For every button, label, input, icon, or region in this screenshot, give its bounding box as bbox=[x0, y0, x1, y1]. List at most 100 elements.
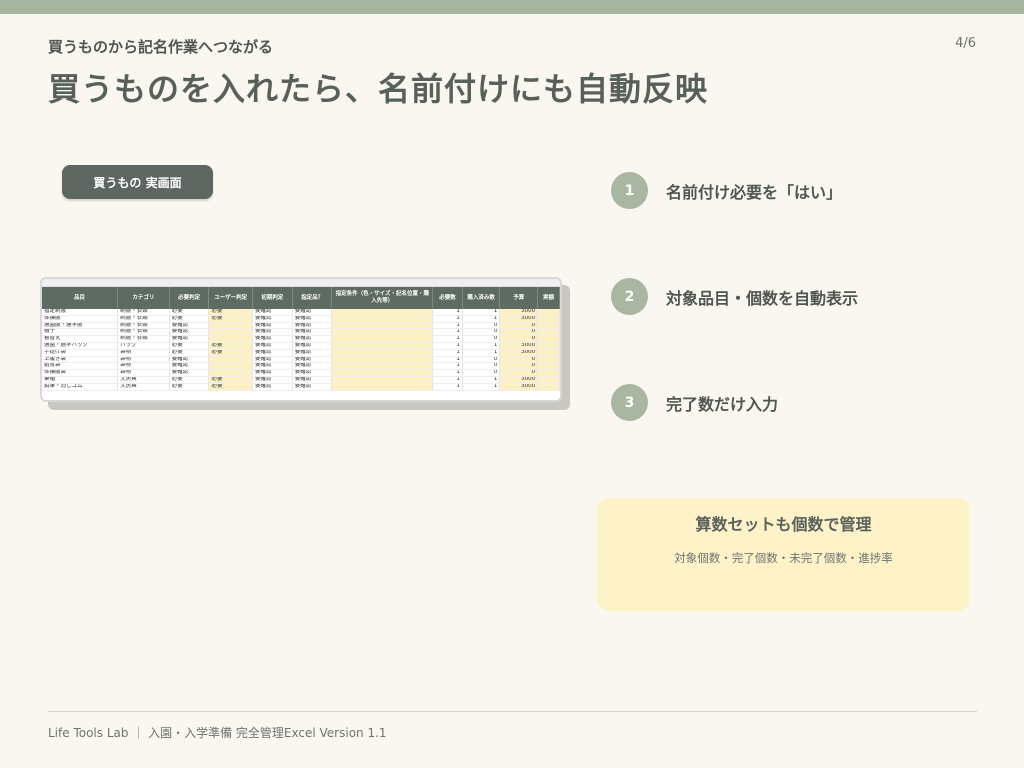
sheet-cell[interactable]: 0 bbox=[499, 369, 539, 377]
sheet-cell[interactable] bbox=[537, 356, 560, 364]
sheet-cell[interactable] bbox=[331, 328, 434, 337]
sheet-cell[interactable] bbox=[331, 335, 434, 343]
sheet-cell[interactable] bbox=[537, 328, 560, 337]
sheet-cell[interactable]: 要確認 bbox=[292, 383, 333, 391]
sheet-cell[interactable]: 0 bbox=[462, 369, 501, 377]
sheet-cell[interactable]: 要確認 bbox=[252, 315, 293, 323]
sheet-cell[interactable]: 0 bbox=[499, 322, 539, 330]
sheet-cell[interactable] bbox=[537, 315, 560, 323]
sheet-cell[interactable]: 必要 bbox=[208, 349, 254, 357]
sheet-cell[interactable]: 上履き袋 bbox=[42, 356, 119, 364]
sheet-cell[interactable]: 1 bbox=[462, 376, 501, 384]
sheet-cell[interactable] bbox=[331, 349, 434, 357]
sheet-cell[interactable]: 要確認 bbox=[292, 328, 333, 337]
sheet-cell[interactable]: 筆箱 bbox=[42, 376, 119, 384]
sheet-cell[interactable] bbox=[537, 349, 560, 357]
sheet-cell[interactable]: 手提げ袋 bbox=[42, 349, 119, 357]
sheet-cell[interactable]: 袋物 bbox=[117, 356, 170, 364]
sheet-cell[interactable]: 要確認 bbox=[252, 335, 293, 343]
sheet-cell[interactable]: 必要 bbox=[208, 315, 254, 323]
sheet-cell[interactable]: 1 bbox=[432, 342, 463, 350]
sheet-cell[interactable] bbox=[331, 315, 434, 323]
sheet-cell[interactable]: 0 bbox=[499, 335, 539, 343]
sheet-cell[interactable]: 1 bbox=[432, 322, 463, 330]
sheet-cell[interactable]: 0 bbox=[462, 362, 501, 371]
sheet-cell[interactable]: 必要 bbox=[169, 349, 210, 357]
sheet-cell[interactable] bbox=[537, 376, 560, 384]
sheet-cell[interactable]: 0 bbox=[462, 322, 501, 330]
sheet-cell[interactable]: 0 bbox=[499, 356, 539, 364]
sheet-cell[interactable]: 要確認 bbox=[292, 335, 333, 343]
sheet-cell[interactable] bbox=[537, 362, 560, 371]
sheet-cell[interactable]: 1 bbox=[432, 328, 463, 337]
sheet-cell[interactable] bbox=[537, 322, 560, 330]
sheet-cell[interactable]: 1 bbox=[462, 349, 501, 357]
sheet-cell[interactable]: 要確認 bbox=[292, 349, 333, 357]
sheet-cell[interactable]: 0 bbox=[462, 356, 501, 364]
sheet-cell[interactable] bbox=[208, 362, 254, 371]
sheet-cell[interactable]: 必要 bbox=[208, 383, 254, 391]
sheet-cell[interactable] bbox=[331, 322, 434, 330]
sheet-cell[interactable]: 要確認 bbox=[292, 376, 333, 384]
sheet-cell[interactable]: 要確認 bbox=[169, 369, 210, 377]
sheet-cell[interactable]: 1 bbox=[432, 315, 463, 323]
sheet-cell[interactable]: 要確認 bbox=[252, 362, 293, 371]
sheet-cell[interactable]: 要確認 bbox=[252, 342, 293, 350]
sheet-cell[interactable]: 通園服・通学服 bbox=[42, 322, 119, 330]
sheet-cell[interactable]: 要確認 bbox=[252, 328, 293, 337]
sheet-cell[interactable]: 1 bbox=[432, 362, 463, 371]
sheet-cell[interactable]: 制服・衣類 bbox=[117, 322, 170, 330]
sheet-cell[interactable]: 要確認 bbox=[252, 356, 293, 364]
sheet-cell[interactable]: 必要 bbox=[208, 342, 254, 350]
sheet-cell[interactable]: 1 bbox=[462, 315, 501, 323]
sheet-cell[interactable] bbox=[208, 328, 254, 337]
sheet-cell[interactable]: 着替え bbox=[42, 335, 119, 343]
sheet-cell[interactable]: 必要 bbox=[169, 383, 210, 391]
sheet-cell[interactable] bbox=[331, 356, 434, 364]
sheet-cell[interactable]: 要確認 bbox=[292, 369, 333, 377]
sheet-cell[interactable]: 1 bbox=[462, 342, 501, 350]
sheet-cell[interactable]: 要確認 bbox=[252, 369, 293, 377]
sheet-cell[interactable]: 要確認 bbox=[252, 349, 293, 357]
sheet-cell[interactable]: 要確認 bbox=[292, 362, 333, 371]
sheet-cell[interactable] bbox=[208, 335, 254, 343]
sheet-cell[interactable]: 文房具 bbox=[117, 383, 170, 391]
sheet-cell[interactable]: 0 bbox=[499, 328, 539, 337]
sheet-cell[interactable] bbox=[331, 369, 434, 377]
sheet-cell[interactable]: 要確認 bbox=[169, 322, 210, 330]
sheet-cell[interactable]: 1 bbox=[432, 349, 463, 357]
sheet-cell[interactable]: 要確認 bbox=[169, 335, 210, 343]
sheet-cell[interactable]: 鉛筆・消しゴム bbox=[42, 383, 119, 391]
sheet-cell[interactable]: 0 bbox=[462, 328, 501, 337]
sheet-cell[interactable]: 制服・衣類 bbox=[117, 315, 170, 323]
sheet-cell[interactable]: 3000 bbox=[499, 376, 539, 384]
sheet-cell[interactable]: 3000 bbox=[499, 342, 539, 350]
sheet-cell[interactable]: 必要 bbox=[208, 376, 254, 384]
sheet-cell[interactable]: 3000 bbox=[499, 315, 539, 323]
sheet-cell[interactable]: 1 bbox=[432, 383, 463, 391]
sheet-cell[interactable] bbox=[208, 322, 254, 330]
sheet-cell[interactable]: 要確認 bbox=[292, 322, 333, 330]
sheet-cell[interactable]: 1 bbox=[432, 335, 463, 343]
sheet-cell[interactable]: 1 bbox=[462, 383, 501, 391]
sheet-cell[interactable]: 袋物 bbox=[117, 369, 170, 377]
sheet-cell[interactable] bbox=[537, 383, 560, 391]
sheet-cell[interactable] bbox=[331, 362, 434, 371]
sheet-cell[interactable]: 要確認 bbox=[169, 328, 210, 337]
sheet-cell[interactable]: 要確認 bbox=[252, 376, 293, 384]
sheet-cell[interactable]: 制服・衣類 bbox=[117, 328, 170, 337]
sheet-cell[interactable]: 文房具 bbox=[117, 376, 170, 384]
sheet-cell[interactable] bbox=[331, 383, 434, 391]
sheet-cell[interactable] bbox=[537, 335, 560, 343]
sheet-cell[interactable]: 要確認 bbox=[292, 315, 333, 323]
sheet-cell[interactable]: 必要 bbox=[169, 376, 210, 384]
sheet-cell[interactable]: 要確認 bbox=[292, 342, 333, 350]
sheet-cell[interactable]: 体操服 bbox=[42, 315, 119, 323]
sheet-cell[interactable]: 3000 bbox=[499, 349, 539, 357]
sheet-cell[interactable]: 袋物 bbox=[117, 362, 170, 371]
sheet-cell[interactable]: 必要 bbox=[169, 342, 210, 350]
sheet-cell[interactable] bbox=[537, 342, 560, 350]
sheet-cell[interactable]: 袋物 bbox=[117, 349, 170, 357]
sheet-cell[interactable]: 要確認 bbox=[252, 383, 293, 391]
sheet-cell[interactable]: 要確認 bbox=[169, 362, 210, 371]
